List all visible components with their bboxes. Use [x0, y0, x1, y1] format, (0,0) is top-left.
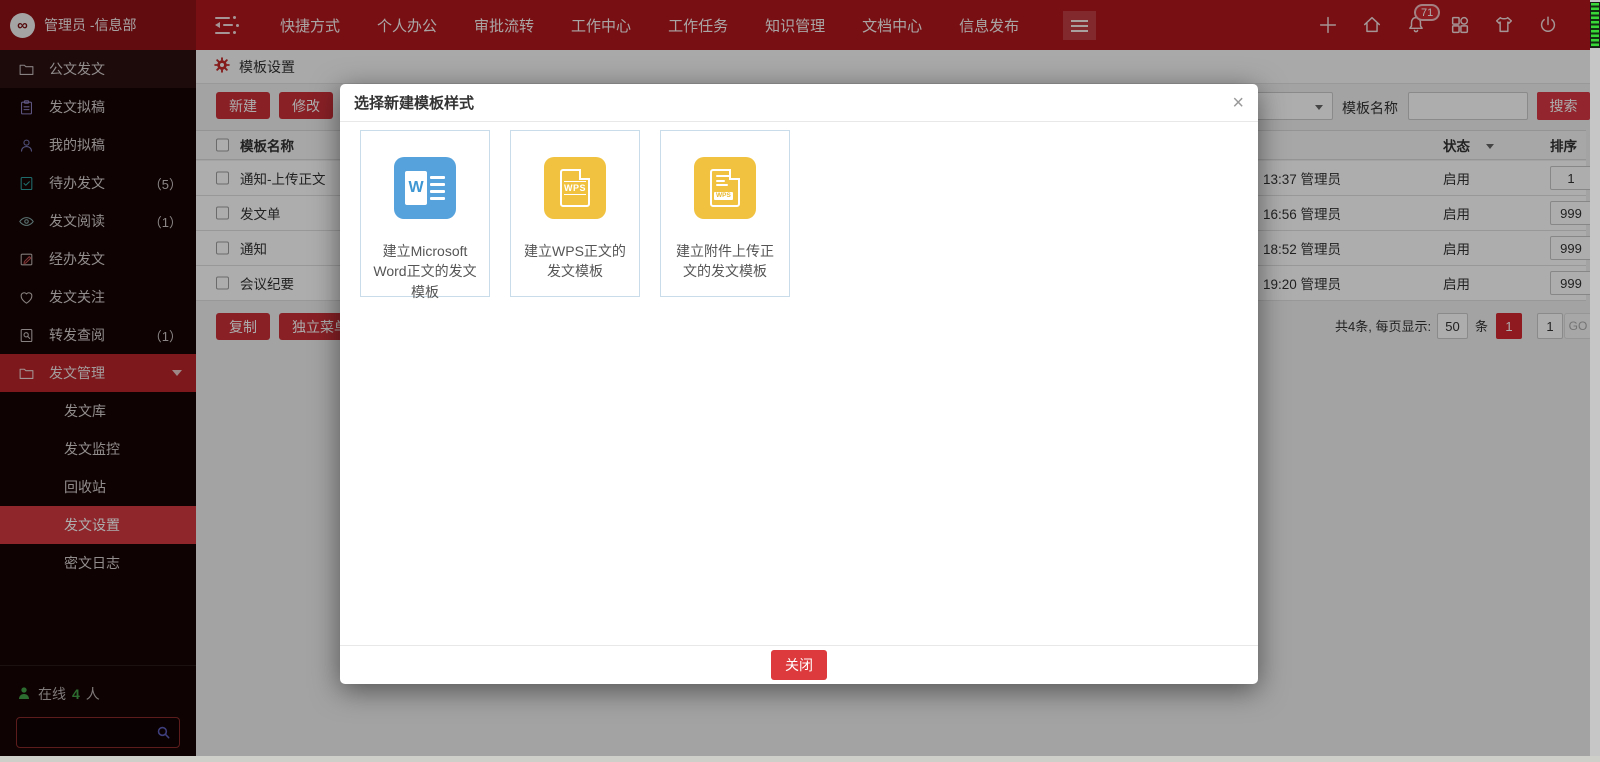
attachment-upload-icon: WPS [694, 157, 756, 219]
new-template-modal: 选择新建模板样式 × W 建立Microsoft Word正文的发文模板 WPS… [340, 84, 1258, 684]
close-button[interactable]: 关闭 [771, 650, 827, 680]
horizontal-scrollbar[interactable] [0, 756, 1600, 762]
modal-header: 选择新建模板样式 × [340, 84, 1258, 122]
template-card-label: 建立附件上传正文的发文模板 [661, 241, 789, 282]
app-screen: 快捷方式 个人办公 审批流转 工作中心 工作任务 知识管理 文档中心 信息发布 … [0, 0, 1600, 762]
template-card-wps[interactable]: WPS 建立WPS正文的发文模板 [510, 130, 640, 297]
template-card-attachment[interactable]: WPS 建立附件上传正文的发文模板 [660, 130, 790, 297]
scrollbar-marker [1590, 2, 1600, 48]
word-icon: W [394, 157, 456, 219]
wps-icon: WPS [544, 157, 606, 219]
template-card-label: 建立WPS正文的发文模板 [511, 241, 639, 282]
template-card-label: 建立Microsoft Word正文的发文模板 [361, 241, 489, 302]
close-icon[interactable]: × [1232, 93, 1244, 113]
modal-title: 选择新建模板样式 [354, 92, 474, 113]
modal-footer: 关闭 [340, 645, 1258, 684]
vertical-scrollbar[interactable] [1590, 0, 1600, 756]
template-card-word[interactable]: W 建立Microsoft Word正文的发文模板 [360, 130, 490, 297]
modal-body: W 建立Microsoft Word正文的发文模板 WPS 建立WPS正文的发文… [340, 122, 1258, 644]
